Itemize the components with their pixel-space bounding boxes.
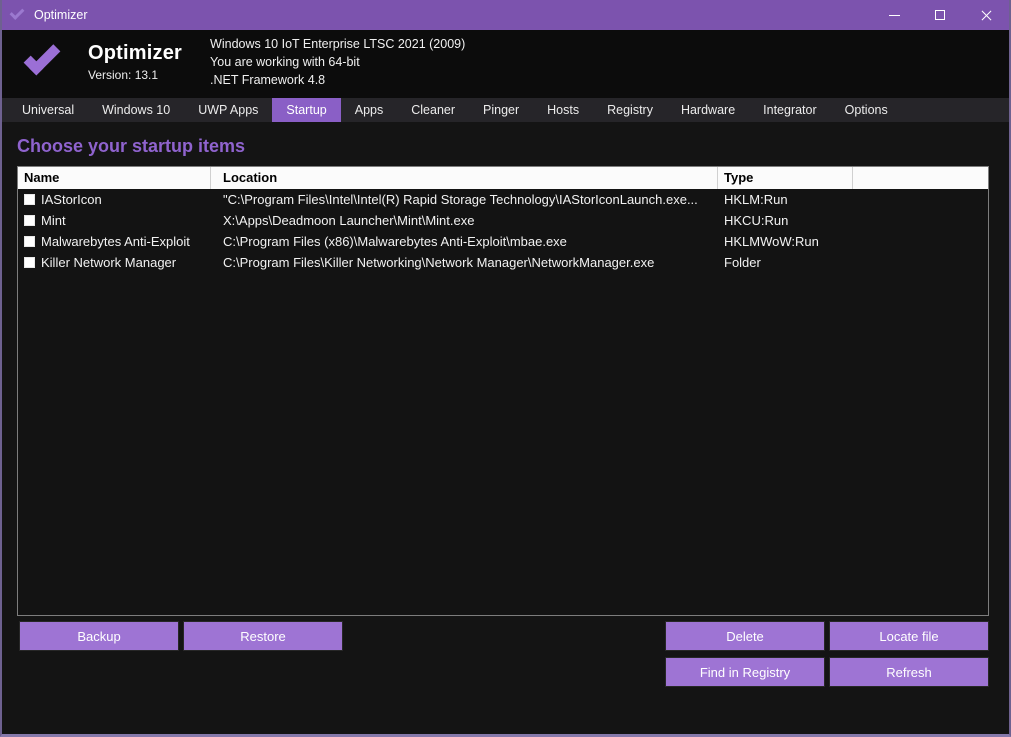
tab-hardware[interactable]: Hardware: [667, 98, 749, 122]
table-body: IAStorIcon "C:\Program Files\Intel\Intel(…: [18, 189, 988, 615]
app-version: Version: 13.1: [88, 68, 182, 82]
tab-hosts[interactable]: Hosts: [533, 98, 593, 122]
item-name: IAStorIcon: [41, 189, 102, 210]
close-button[interactable]: [963, 0, 1009, 30]
delete-button[interactable]: Delete: [665, 621, 825, 651]
item-name: Mint: [41, 210, 66, 231]
close-icon: [980, 9, 993, 22]
row-checkbox[interactable]: [24, 257, 35, 268]
footer-spacer: [17, 657, 661, 687]
table-row[interactable]: Mint X:\Apps\Deadmoon Launcher\Mint\Mint.…: [18, 210, 988, 231]
item-type: HKCU:Run: [718, 210, 853, 231]
tab-registry[interactable]: Registry: [593, 98, 667, 122]
app-title-block: Optimizer Version: 13.1: [88, 42, 182, 82]
table-row[interactable]: Malwarebytes Anti-Exploit C:\Program File…: [18, 231, 988, 252]
column-header-name[interactable]: Name: [18, 167, 211, 189]
app-name: Optimizer: [88, 42, 182, 65]
column-header-location[interactable]: Location: [211, 167, 718, 189]
table-row[interactable]: Killer Network Manager C:\Program Files\K…: [18, 252, 988, 273]
refresh-button[interactable]: Refresh: [829, 657, 989, 687]
row-checkbox[interactable]: [24, 236, 35, 247]
system-info: Windows 10 IoT Enterprise LTSC 2021 (200…: [210, 35, 465, 89]
system-info-line: Windows 10 IoT Enterprise LTSC 2021 (200…: [210, 35, 465, 53]
minimize-button[interactable]: [871, 0, 917, 30]
titlebar[interactable]: Optimizer: [2, 0, 1009, 30]
item-type: Folder: [718, 252, 853, 273]
system-info-line: You are working with 64-bit: [210, 53, 465, 71]
item-name: Killer Network Manager: [41, 252, 176, 273]
tab-universal[interactable]: Universal: [8, 98, 88, 122]
system-info-line: .NET Framework 4.8: [210, 71, 465, 89]
maximize-button[interactable]: [917, 0, 963, 30]
backup-button[interactable]: Backup: [19, 621, 179, 651]
row-checkbox[interactable]: [24, 215, 35, 226]
table-row[interactable]: IAStorIcon "C:\Program Files\Intel\Intel(…: [18, 189, 988, 210]
tab-windows-10[interactable]: Windows 10: [88, 98, 184, 122]
item-type: HKLMWoW:Run: [718, 231, 853, 252]
app-check-icon: [10, 5, 25, 20]
locate-file-button[interactable]: Locate file: [829, 621, 989, 651]
startup-page: Choose your startup items NameLocationTy…: [2, 122, 1009, 734]
optimizer-logo-icon: [16, 36, 68, 88]
action-buttons: Backup Restore Delete Locate file Find i…: [17, 621, 989, 687]
item-location: C:\Program Files (x86)\Malwarebytes Anti…: [211, 231, 718, 252]
restore-button[interactable]: Restore: [183, 621, 343, 651]
app-header: Optimizer Version: 13.1 Windows 10 IoT E…: [2, 30, 1009, 98]
tab-startup[interactable]: Startup: [272, 98, 340, 122]
item-name: Malwarebytes Anti-Exploit: [41, 231, 190, 252]
footer-spacer: [347, 621, 661, 651]
tab-apps[interactable]: Apps: [341, 98, 398, 122]
optimizer-window: Optimizer Optimizer Version: 13.1 Window…: [0, 0, 1011, 737]
item-location: "C:\Program Files\Intel\Intel(R) Rapid S…: [211, 189, 718, 210]
page-title: Choose your startup items: [17, 136, 989, 160]
maximize-icon: [935, 10, 945, 20]
tab-integrator[interactable]: Integrator: [749, 98, 831, 122]
tab-options[interactable]: Options: [831, 98, 902, 122]
tab-uwp-apps[interactable]: UWP Apps: [184, 98, 272, 122]
item-location: C:\Program Files\Killer Networking\Netwo…: [211, 252, 718, 273]
tab-bar: UniversalWindows 10UWP AppsStartupAppsCl…: [2, 98, 1009, 122]
tab-pinger[interactable]: Pinger: [469, 98, 533, 122]
tab-cleaner[interactable]: Cleaner: [397, 98, 469, 122]
row-checkbox[interactable]: [24, 194, 35, 205]
window-title: Optimizer: [34, 8, 87, 22]
column-header-blank[interactable]: [853, 167, 988, 189]
item-type: HKLM:Run: [718, 189, 853, 210]
minimize-icon: [889, 15, 900, 16]
column-header-type[interactable]: Type: [718, 167, 853, 189]
startup-items-table: NameLocationType IAStorIcon "C:\Program F…: [17, 166, 989, 616]
table-header-row: NameLocationType: [18, 167, 988, 189]
find-in-registry-button[interactable]: Find in Registry: [665, 657, 825, 687]
window-controls: [871, 0, 1009, 30]
item-location: X:\Apps\Deadmoon Launcher\Mint\Mint.exe: [211, 210, 718, 231]
